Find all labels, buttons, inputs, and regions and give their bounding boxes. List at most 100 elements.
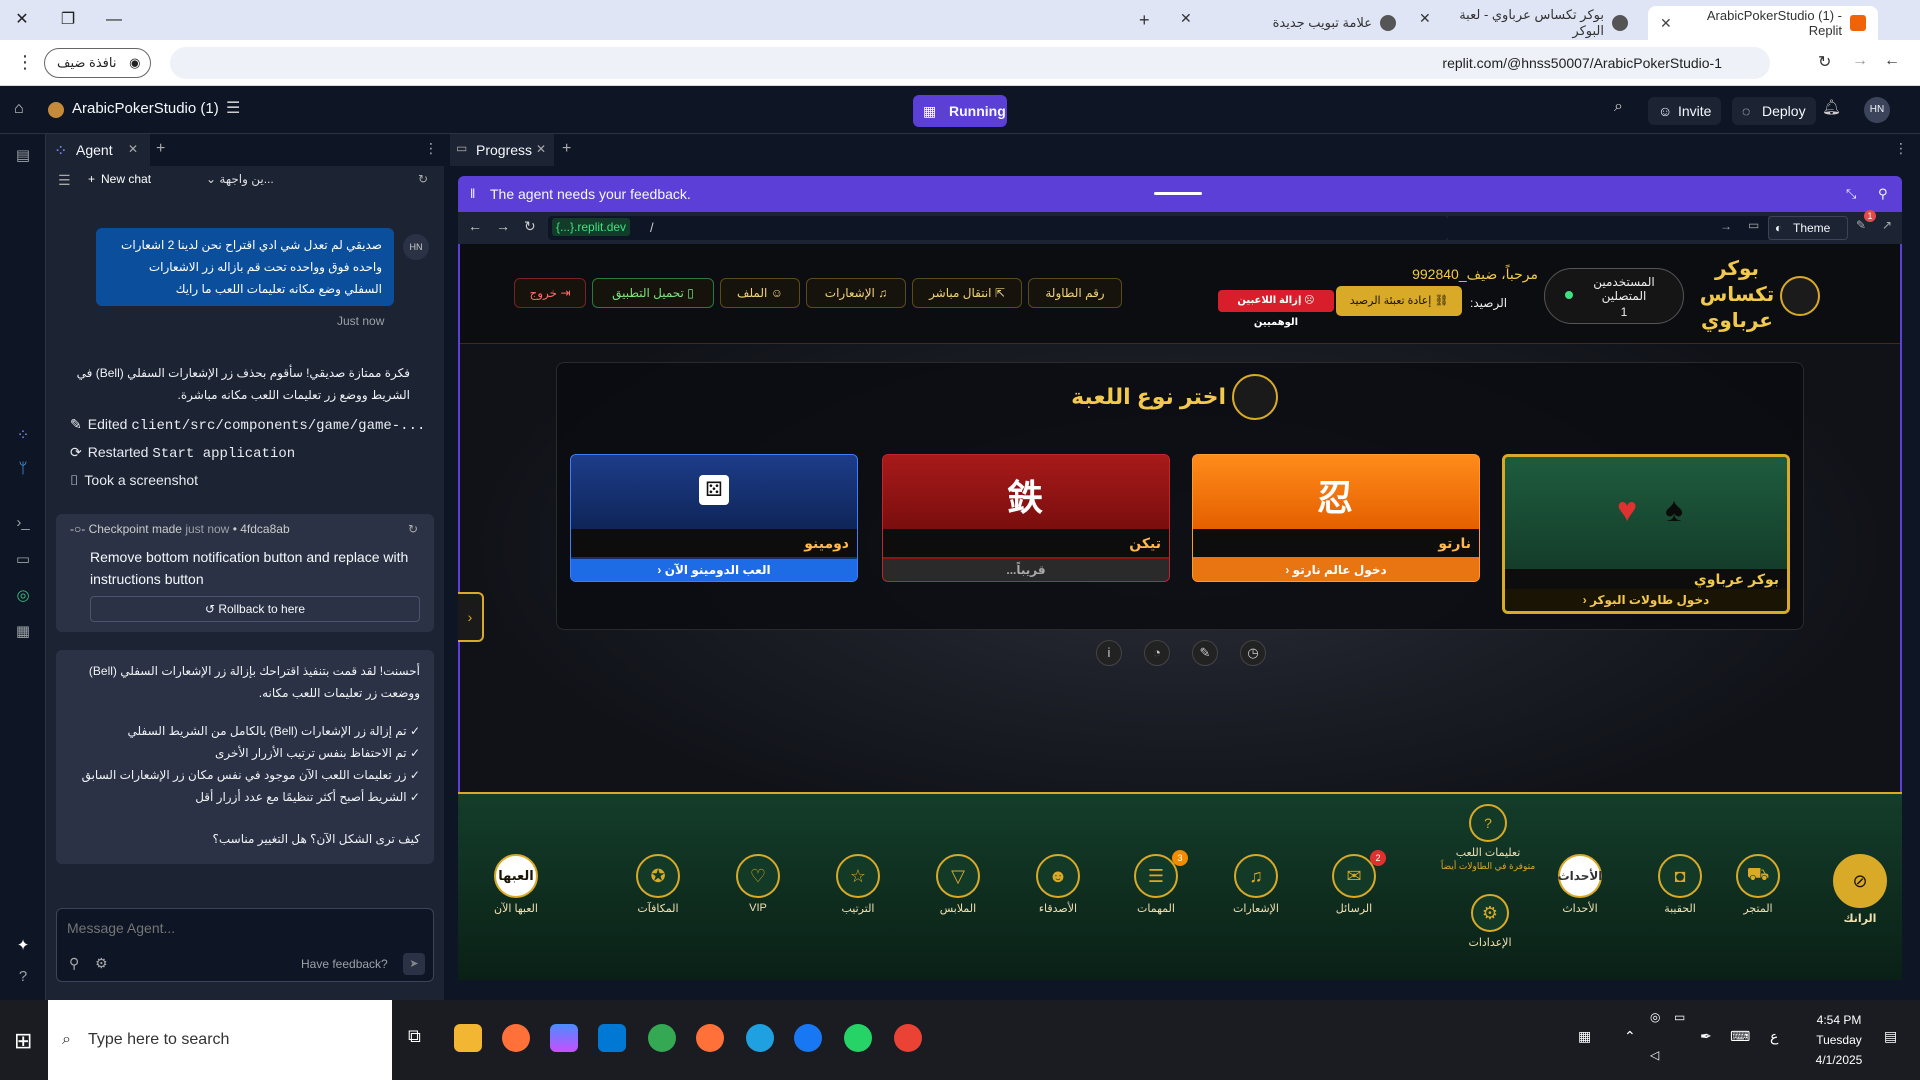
reload-icon[interactable]: ↻: [1818, 52, 1831, 72]
logout-button[interactable]: ⇥ خروج: [514, 278, 586, 308]
forward-icon[interactable]: →: [1852, 52, 1868, 70]
tab-close-icon[interactable]: ✕: [1419, 10, 1431, 27]
chrome-icon[interactable]: [894, 1024, 922, 1052]
feedback-link[interactable]: Have feedback?: [301, 957, 388, 971]
live-button[interactable]: ⇱ انتقال مباشر: [912, 278, 1022, 308]
clock[interactable]: 4:54 PM Tuesday 4/1/2025: [1800, 1010, 1878, 1070]
task-view-icon[interactable]: ⧉: [408, 1026, 421, 1047]
window-minimize-icon[interactable]: —: [100, 8, 128, 32]
notification-bell-icon[interactable]: 🔔︎: [1822, 98, 1841, 116]
naruto-card[interactable]: 忍 نارتو دخول عالم نارتو ‹: [1192, 454, 1480, 582]
domain-chip[interactable]: {...}.replit.dev: [552, 218, 631, 236]
search-icon[interactable]: ⌕: [1614, 98, 1623, 116]
collapse-icon[interactable]: ⤡: [1846, 176, 1856, 212]
nav-events[interactable]: الأحداث الأحداث: [1548, 854, 1612, 915]
profile-button[interactable]: ☺ الملف: [720, 278, 800, 308]
home-icon[interactable]: ⌂: [14, 100, 24, 118]
network-icon[interactable]: ▭: [1674, 1010, 1685, 1024]
file-explorer-icon[interactable]: [454, 1024, 482, 1052]
touch-keyboard-icon[interactable]: ⌨: [1730, 1028, 1750, 1045]
nav-instructions[interactable]: ? تعليمات اللعب متوفرة في الطاولات أيضاً: [1438, 804, 1538, 872]
close-icon[interactable]: ✕: [128, 142, 138, 156]
nav-friends[interactable]: ☻ الأصدقاء: [1026, 854, 1090, 915]
file-tree-icon[interactable]: ☰: [226, 98, 240, 118]
taskbar-search[interactable]: ⌕ Type here to search: [48, 1000, 392, 1080]
more-icon[interactable]: ⋮: [424, 140, 438, 157]
action-screenshot[interactable]: ⌷ Took a screenshot: [70, 472, 198, 489]
download-app-button[interactable]: ▯ تحميل التطبيق: [592, 278, 714, 308]
agent-icon[interactable]: ⁘: [14, 426, 32, 444]
nav-rewards[interactable]: ✪ المكافآت: [626, 854, 690, 915]
poker-card[interactable]: ♥ ♠ بوكر عرباوي دخول طاولات البوكر ‹: [1502, 454, 1790, 614]
table-number-input[interactable]: رقم الطاولة: [1028, 278, 1122, 308]
sparkle-icon[interactable]: ✦: [14, 936, 32, 954]
forward-icon[interactable]: →: [496, 218, 510, 234]
send-icon[interactable]: ➤: [403, 953, 425, 975]
console-icon[interactable]: ›_: [14, 514, 32, 532]
nav-tasks[interactable]: ☰ 3 المهمات: [1124, 850, 1188, 915]
devtools-icon[interactable]: ▭: [1748, 218, 1759, 232]
wrench-icon[interactable]: ✎: [1856, 218, 1866, 232]
enter-naruto-button[interactable]: دخول عالم نارتو ‹: [1193, 559, 1479, 581]
chrome-icon[interactable]: [648, 1024, 676, 1052]
notification-center-icon[interactable]: ▤: [1884, 1028, 1897, 1045]
action-restarted[interactable]: ⟳ Restarted Start application: [70, 444, 295, 462]
domino-card[interactable]: ⚄ دومينو العب الدومينو الآن ‹: [570, 454, 858, 582]
tab-new-tab[interactable]: علامة تبويب جديدة: [1208, 6, 1408, 40]
add-tab-icon[interactable]: +: [562, 140, 571, 158]
language-indicator[interactable]: ع: [1770, 1028, 1778, 1045]
run-status-button[interactable]: ▦ Running: [913, 95, 1007, 127]
copilot-icon[interactable]: [550, 1024, 578, 1052]
expand-sidebar-button[interactable]: ›: [458, 592, 484, 642]
url-bar[interactable]: replit.com/@hnss50007/ArabicPokerStudio-…: [170, 47, 1770, 79]
files-icon[interactable]: ▤: [14, 146, 32, 164]
nav-rank[interactable]: ⊘ الرانك: [1828, 854, 1892, 925]
pen-icon[interactable]: ✒: [1700, 1028, 1712, 1045]
store-icon[interactable]: [598, 1024, 626, 1052]
back-icon[interactable]: ←: [468, 218, 482, 234]
user-avatar[interactable]: HN: [1864, 97, 1890, 123]
globe-icon[interactable]: ◎: [14, 586, 32, 604]
invite-button[interactable]: ☺ Invite: [1648, 97, 1722, 125]
webview-icon[interactable]: ▭: [14, 550, 32, 568]
open-external-icon[interactable]: ↗: [1882, 218, 1892, 232]
window-close-icon[interactable]: ✕: [8, 8, 36, 32]
theme-button[interactable]: ◐ Theme: [1768, 216, 1848, 240]
notifications-button[interactable]: ♫ الإشعارات: [806, 278, 906, 308]
info-icon[interactable]: i: [1096, 640, 1122, 666]
git-icon[interactable]: ᛘ: [14, 460, 32, 478]
tab-agent[interactable]: ⁘ Agent ✕: [46, 134, 150, 166]
pause-icon[interactable]: ‖: [470, 176, 475, 212]
more-icon[interactable]: ⋮: [1894, 140, 1908, 157]
facebook-icon[interactable]: [794, 1024, 822, 1052]
deploy-button[interactable]: ◌ Deploy: [1732, 97, 1816, 125]
volume-icon[interactable]: ◁: [1650, 1048, 1659, 1062]
nav-messages[interactable]: ✉ 2 الرسائل: [1322, 850, 1386, 915]
pie-chart-icon[interactable]: ◔: [1144, 640, 1170, 666]
nav-store[interactable]: ⛟ المتجر: [1726, 854, 1790, 915]
add-tab-icon[interactable]: +: [156, 140, 165, 158]
menu-dots-icon[interactable]: ⋮: [16, 52, 34, 73]
project-name[interactable]: ArabicPokerStudio (1): [72, 100, 219, 117]
webview-url-bar[interactable]: {...}.replit.dev /: [548, 216, 1448, 240]
clock-icon[interactable]: ◷: [1240, 640, 1266, 666]
settings-icon[interactable]: ⚙: [95, 955, 108, 972]
close-icon[interactable]: ✕: [536, 142, 546, 156]
rollback-button[interactable]: ↺ Rollback to here: [90, 596, 420, 622]
play-domino-button[interactable]: العب الدومينو الآن ‹: [571, 559, 857, 581]
tab-progress[interactable]: ▭ Progress ✕: [450, 134, 554, 166]
history-icon[interactable]: ↻: [418, 172, 428, 186]
apps-grid-icon[interactable]: ▦: [14, 622, 32, 640]
nav-clothes[interactable]: ▽ الملابس: [926, 854, 990, 915]
message-input-box[interactable]: ⚲ ⚙ Have feedback? ➤: [56, 908, 434, 982]
nav-settings[interactable]: ⚙ الإعدادات: [1458, 894, 1522, 949]
windows-start-icon[interactable]: ⊞: [14, 1028, 32, 1054]
firefox-icon[interactable]: [502, 1024, 530, 1052]
window-restore-icon[interactable]: ❐: [54, 8, 82, 32]
action-edited[interactable]: ✎ Edited client/src/components/game/game-…: [70, 416, 425, 434]
edit-icon[interactable]: ✎: [1192, 640, 1218, 666]
camera-icon[interactable]: ◎: [1650, 1010, 1660, 1024]
url-path[interactable]: /: [650, 220, 654, 235]
tab-close-icon[interactable]: ✕: [1660, 15, 1672, 32]
reload-icon[interactable]: ↻: [524, 218, 536, 235]
